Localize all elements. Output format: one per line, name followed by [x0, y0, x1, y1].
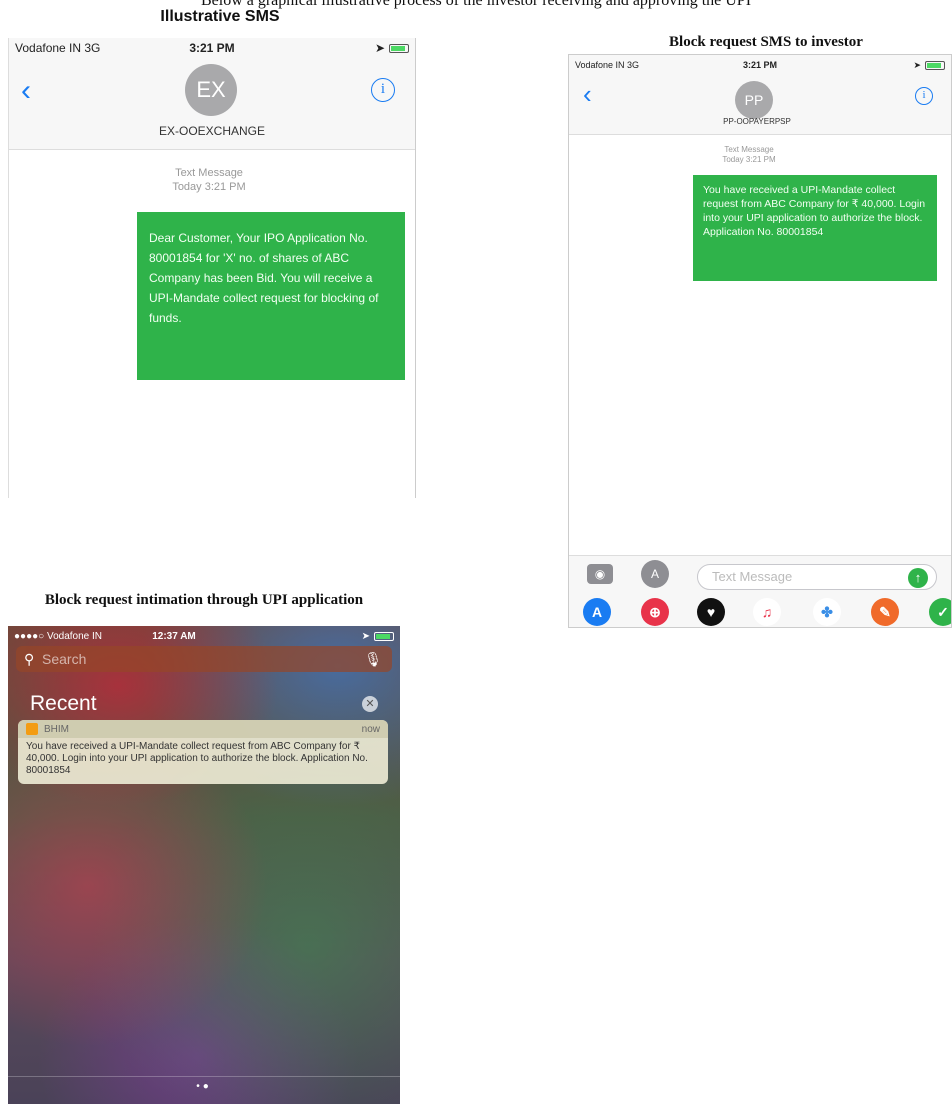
microphone-icon[interactable]: 🎙 — [364, 646, 382, 672]
app-store-icon[interactable]: A — [641, 560, 669, 588]
meta-type: Text Message — [175, 167, 243, 179]
contact-name[interactable]: PP-OOPAYERPSP — [569, 117, 951, 126]
contact-name[interactable]: EX-OOEXCHANGE — [9, 124, 415, 138]
message-meta: Text Message Today 3:21 PM — [139, 166, 279, 194]
avatar[interactable]: PP — [735, 81, 773, 119]
page-indicator: •● — [196, 1081, 212, 1092]
meta-type: Text Message — [724, 145, 774, 154]
sticker-icon[interactable]: ✓ — [929, 598, 951, 626]
notification-app: BHIM — [44, 723, 69, 735]
status-time: 3:21 PM — [742, 60, 777, 70]
bhim-app-icon — [26, 723, 38, 735]
battery-icon — [374, 631, 394, 641]
app-store-icon[interactable]: A — [583, 598, 611, 626]
location-icon: ➤ — [374, 41, 385, 55]
status-bar: ●●●●○ Vodafone IN 12:37 AM ➤ — [8, 626, 400, 646]
phone-block-request-sms: Vodafone IN 3G 3:21 PM ➤ ‹ PP PP-OOPAYER… — [568, 54, 952, 628]
battery-icon — [389, 43, 409, 53]
status-bar: Vodafone IN 3G 3:21 PM ➤ — [569, 55, 951, 75]
search-placeholder: Search — [42, 651, 87, 667]
status-icons: ➤ — [362, 631, 394, 642]
meta-time: Today 3:21 PM — [722, 155, 776, 164]
camera-icon[interactable]: ◉ — [587, 564, 613, 584]
info-icon[interactable]: i — [371, 78, 395, 102]
phone-illustrative-sms: Vodafone IN 3G 3:21 PM ➤ ‹ EX EX-OOEXCHA… — [8, 38, 416, 498]
search-input[interactable]: ⚲ Search 🎙 — [16, 646, 392, 672]
pinwheel-icon[interactable]: ✤ — [813, 598, 841, 626]
message-meta: Text Message Today 3:21 PM — [689, 145, 809, 165]
conversation-header: Vodafone IN 3G 3:21 PM ➤ ‹ PP PP-OOPAYER… — [569, 55, 951, 135]
back-chevron-icon[interactable]: ‹ — [583, 79, 592, 109]
music-icon[interactable]: ♫ — [753, 598, 781, 626]
notification-header: BHIM now — [18, 720, 388, 738]
location-icon: ➤ — [913, 59, 921, 70]
heart-sticker-icon[interactable]: ♥ — [697, 598, 725, 626]
notification-time: now — [361, 723, 380, 735]
compose-placeholder: Text Message — [712, 569, 793, 584]
back-chevron-icon[interactable]: ‹ — [21, 76, 31, 106]
notification-card[interactable]: BHIM now You have received a UPI-Mandate… — [18, 720, 388, 784]
battery-icon — [925, 60, 945, 70]
status-icons: ➤ — [913, 60, 945, 71]
recent-title: Recent — [30, 692, 97, 715]
status-time: 12:37 AM — [152, 630, 196, 642]
notification-body: You have received a UPI-Mandate collect … — [26, 741, 368, 776]
caption-illustrative-sms: Illustrative SMS — [160, 8, 280, 25]
text-message-input[interactable]: Text Message ↑ — [697, 564, 937, 590]
phone-upi-notification: ●●●●○ Vodafone IN 12:37 AM ➤ ⚲ Search 🎙 … — [8, 626, 400, 1104]
clear-icon[interactable]: ✕ — [362, 696, 378, 712]
caption-upi-application: Block request intimation through UPI app… — [44, 592, 364, 608]
status-time: 3:21 PM — [189, 41, 235, 55]
search-icon: ⚲ — [24, 651, 35, 667]
compose-area: ◉ A Text Message ↑ A ⊕ ♥ ♫ ✤ ✎ ✓ — [569, 555, 951, 627]
message-bubble: You have received a UPI-Mandate collect … — [693, 175, 937, 281]
palette-icon[interactable]: ✎ — [871, 598, 899, 626]
meta-time: Today 3:21 PM — [172, 181, 246, 193]
divider — [8, 1076, 400, 1077]
conversation-header: Vodafone IN 3G 3:21 PM ➤ ‹ EX EX-OOEXCHA… — [9, 38, 415, 150]
status-icons: ➤ — [375, 41, 409, 55]
send-icon[interactable]: ↑ — [908, 568, 928, 588]
search-images-icon[interactable]: ⊕ — [641, 598, 669, 626]
message-bubble: Dear Customer, Your IPO Application No. … — [137, 212, 405, 380]
status-bar: Vodafone IN 3G 3:21 PM ➤ — [9, 38, 415, 58]
caption-block-request: Block request SMS to investor — [669, 34, 863, 50]
location-icon: ➤ — [361, 630, 370, 642]
info-icon[interactable]: i — [915, 87, 933, 105]
avatar[interactable]: EX — [185, 64, 237, 116]
